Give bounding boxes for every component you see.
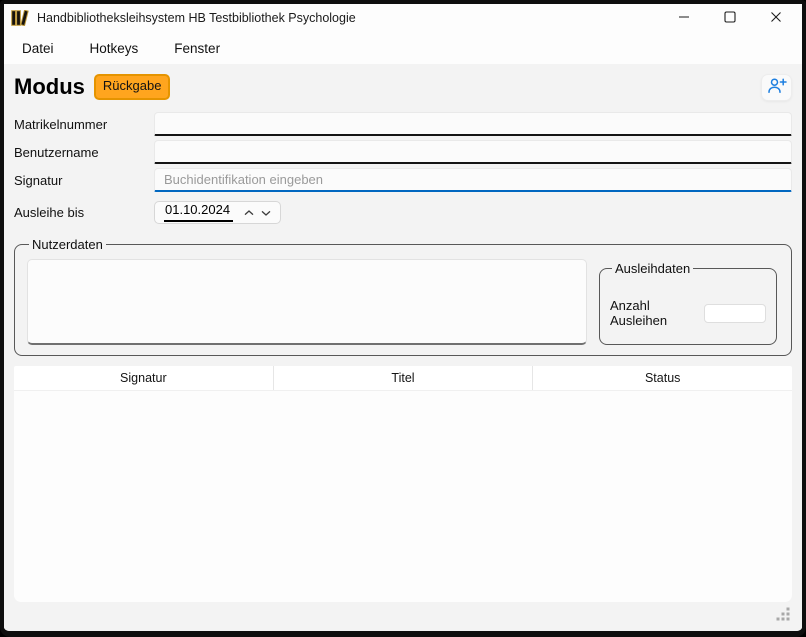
signatur-row: Signatur <box>14 168 792 192</box>
maximize-button[interactable] <box>720 8 740 28</box>
nutzerdaten-legend: Nutzerdaten <box>29 237 106 252</box>
app-window: Handbibliotheksleihsystem HB Testbibliot… <box>0 0 806 637</box>
resize-grip-icon[interactable] <box>776 607 790 626</box>
menu-item-fenster[interactable]: Fenster <box>164 36 230 61</box>
date-decrement-button[interactable] <box>258 203 274 222</box>
main-content: Modus Rückgabe Matrikelnummer Benutzerna <box>4 64 802 602</box>
ausleihe-bis-date-spinner[interactable]: 01.10.2024 <box>154 201 281 224</box>
titlebar: Handbibliotheksleihsystem HB Testbibliot… <box>4 4 802 32</box>
library-books-icon <box>11 10 29 26</box>
column-header-titel[interactable]: Titel <box>274 366 534 390</box>
mode-header-row: Modus Rückgabe <box>14 72 792 102</box>
nutzerdaten-textarea[interactable] <box>27 259 587 345</box>
date-increment-button[interactable] <box>241 203 257 222</box>
date-value[interactable]: 01.10.2024 <box>164 202 233 222</box>
benutzername-label: Benutzername <box>14 145 154 160</box>
close-icon <box>770 11 782 26</box>
minimize-button[interactable] <box>674 8 694 28</box>
column-header-status[interactable]: Status <box>533 366 792 390</box>
menu-item-hotkeys[interactable]: Hotkeys <box>80 36 149 61</box>
anzahl-ausleihen-label: Anzahl Ausleihen <box>610 298 704 328</box>
statusbar <box>4 602 802 631</box>
results-table-body <box>14 391 792 602</box>
anzahl-row: Anzahl Ausleihen <box>610 298 766 328</box>
benutzername-input[interactable] <box>154 140 792 164</box>
add-user-button[interactable] <box>761 74 792 101</box>
matrikelnummer-label: Matrikelnummer <box>14 117 154 132</box>
ausleihdaten-groupbox: Ausleihdaten Anzahl Ausleihen <box>599 261 777 345</box>
maximize-icon <box>724 11 736 26</box>
chevron-up-icon <box>243 205 255 220</box>
minimize-icon <box>678 11 690 26</box>
matrikelnummer-row: Matrikelnummer <box>14 112 792 136</box>
menu-item-datei[interactable]: Datei <box>12 36 64 61</box>
results-table-header: Signatur Titel Status <box>14 366 792 391</box>
benutzername-row: Benutzername <box>14 140 792 164</box>
chevron-down-icon <box>260 205 272 220</box>
nutzerdaten-groupbox: Nutzerdaten Ausleihdaten Anzahl Ausleihe… <box>14 237 792 356</box>
ausleihe-bis-label: Ausleihe bis <box>14 205 154 220</box>
close-button[interactable] <box>766 8 786 28</box>
person-add-icon <box>767 77 787 97</box>
column-header-signatur[interactable]: Signatur <box>14 366 274 390</box>
anzahl-ausleihen-input[interactable] <box>704 304 766 323</box>
window-controls <box>674 8 786 28</box>
signatur-label: Signatur <box>14 173 154 188</box>
menubar: Datei Hotkeys Fenster <box>4 32 802 64</box>
nutzerdaten-body: Ausleihdaten Anzahl Ausleihen <box>27 259 779 345</box>
page-title: Modus <box>14 76 85 98</box>
ausleihe-bis-row: Ausleihe bis 01.10.2024 <box>14 200 792 224</box>
ausleihdaten-legend: Ausleihdaten <box>612 261 693 276</box>
signatur-input[interactable] <box>154 168 792 192</box>
mode-badge[interactable]: Rückgabe <box>94 74 171 99</box>
matrikelnummer-input[interactable] <box>154 112 792 136</box>
window-title: Handbibliotheksleihsystem HB Testbibliot… <box>37 11 674 25</box>
